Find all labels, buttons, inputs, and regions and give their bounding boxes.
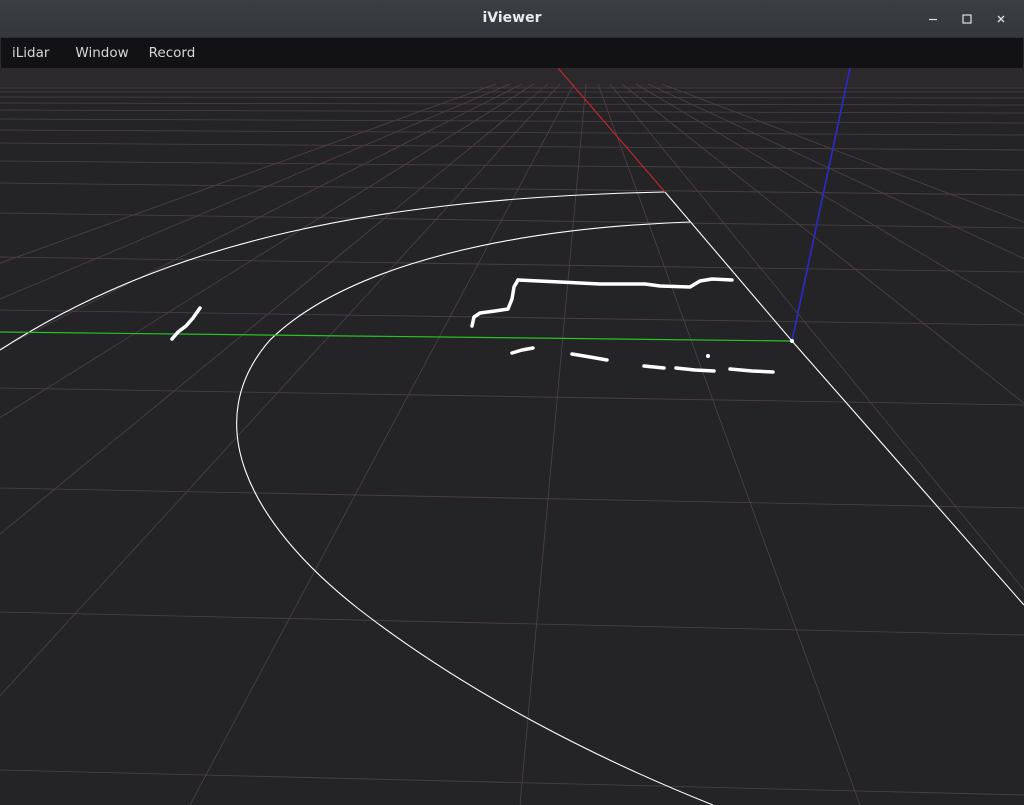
sensor-origin: [790, 339, 794, 343]
inner-range-arc: [236, 221, 714, 805]
y-axis-line: [0, 331, 793, 342]
maximize-button[interactable]: [950, 0, 984, 37]
menu-bar: iLidar Window Record: [0, 37, 1024, 69]
ground-grid: [0, 83, 1024, 805]
scene-canvas: [0, 68, 1024, 805]
lidar-point: [706, 354, 710, 358]
fov-edge-upper: [664, 191, 793, 342]
minimize-button[interactable]: [916, 0, 950, 37]
z-axis-line: [791, 68, 851, 342]
lidar-3d-viewport[interactable]: [0, 68, 1024, 805]
fov-edge-lower: [791, 340, 1024, 606]
close-button[interactable]: [984, 0, 1018, 37]
lidar-point-cloud: [170, 277, 775, 374]
maximize-icon: [962, 13, 972, 24]
app-window: iViewer iLidar Window Record: [0, 0, 1024, 805]
close-icon: [997, 15, 1005, 22]
menu-record[interactable]: Record: [139, 38, 206, 68]
window-title: iViewer: [482, 10, 542, 26]
horizon-band: [0, 68, 1024, 88]
menu-window[interactable]: Window: [65, 38, 138, 68]
window-controls: [916, 0, 1018, 37]
minimize-icon: [929, 18, 937, 20]
outer-range-arc: [0, 191, 666, 351]
title-bar[interactable]: iViewer: [0, 0, 1024, 38]
menu-ilidar[interactable]: iLidar: [1, 38, 65, 68]
range-rings: [0, 191, 1024, 805]
